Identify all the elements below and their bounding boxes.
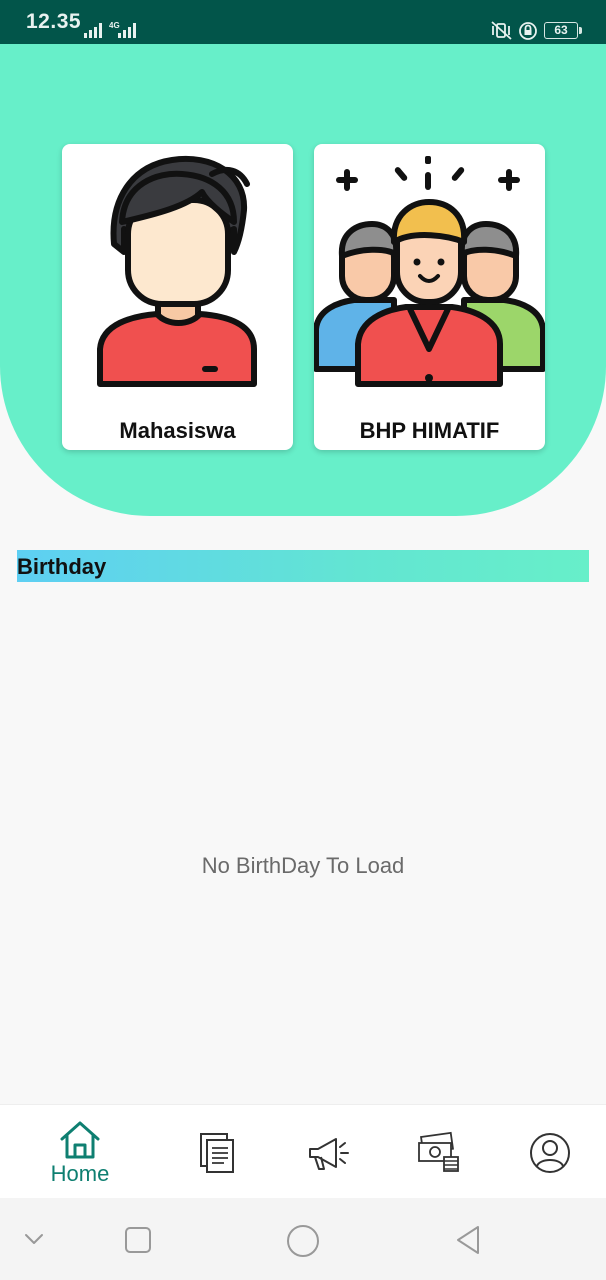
network-type: 4G xyxy=(109,21,120,30)
vibrate-icon xyxy=(491,21,512,40)
birthday-header: Birthday xyxy=(17,550,589,582)
nav-label-home: Home xyxy=(50,1161,110,1186)
documents-icon xyxy=(200,1133,234,1173)
battery-icon: 63 xyxy=(544,22,578,39)
signal-icon: 4G xyxy=(84,21,136,38)
megaphone-icon xyxy=(309,1138,349,1170)
recent-apps-icon[interactable] xyxy=(124,1226,152,1254)
mahasiswa-card[interactable]: Mahasiswa xyxy=(62,144,293,450)
status-bar: 12.35 4G 63 xyxy=(0,0,606,44)
nav-item-announcements[interactable] xyxy=(290,1105,370,1199)
profile-icon xyxy=(530,1133,570,1173)
card-label-mahasiswa: Mahasiswa xyxy=(119,418,236,443)
home-circle-icon[interactable] xyxy=(286,1224,320,1258)
group-people-icon xyxy=(314,156,545,387)
chevron-down-icon[interactable] xyxy=(23,1232,45,1246)
empty-birthday-message: No BirthDay To Load xyxy=(201,853,405,878)
student-avatar-icon xyxy=(97,156,257,387)
bottom-navigation: Home xyxy=(0,1104,606,1198)
nav-item-profile[interactable] xyxy=(510,1105,590,1199)
battery-level: 63 xyxy=(554,23,568,37)
birthday-title: Birthday xyxy=(17,554,107,579)
bhp-himatif-card[interactable]: BHP HIMATIF xyxy=(314,144,545,450)
nav-item-documents[interactable] xyxy=(180,1105,260,1199)
lock-rotate-icon xyxy=(519,22,537,40)
status-icons xyxy=(491,21,537,40)
card-label-bhp-himatif: BHP HIMATIF xyxy=(359,418,500,443)
battery-tip xyxy=(579,27,582,34)
money-icon xyxy=(418,1131,459,1172)
nav-item-finance[interactable] xyxy=(400,1105,480,1199)
nav-item-home[interactable]: Home xyxy=(30,1105,130,1199)
back-icon[interactable] xyxy=(452,1224,484,1256)
system-navigation-bar xyxy=(0,1198,606,1280)
home-icon xyxy=(60,1121,100,1159)
status-time: 12.35 xyxy=(26,10,82,33)
